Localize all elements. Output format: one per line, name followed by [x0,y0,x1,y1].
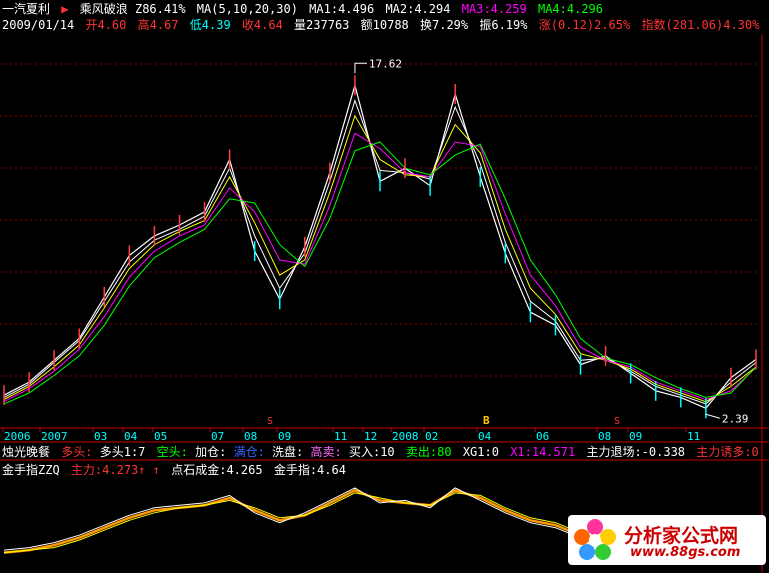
quote-date: 2009/01/14 [2,18,75,32]
duotou-value: 多头1:7 [99,445,146,459]
x-tick-label: 08 [598,430,611,443]
series-line-MA1 [3,99,757,405]
quote-close: 收4.64 [241,18,283,32]
ma1-value: MA1:4.496 [309,2,375,16]
high-annotation-label: 17.62 [369,57,402,70]
quote-turnover: 换7.29% [420,18,469,32]
x-tick-label: 04 [124,430,138,443]
header-row: 一汽夏利 ▶ 乘风破浪 Z86.41% MA(5,10,20,30) MA1:4… [2,1,607,17]
kongtou-label: 空头: [156,445,188,459]
x-tick-label: 03 [94,430,107,443]
zhuli-value: 主力:4.273 [71,463,146,477]
dianshi-value: 点石成金:4.265 [171,463,263,477]
quote-low: 低4.39 [189,18,231,32]
quote-amount: 额10788 [360,18,409,32]
quote-volume: 量237763 [294,18,350,32]
x-tick-label: 09 [278,430,291,443]
zhuli-arrow-icon: ↑ [152,463,160,477]
ma-definition: MA(5,10,20,30) [196,2,298,16]
indicator-value: Z86.41% [134,2,186,16]
buy-marker: B [483,414,490,427]
x-tick-label: 11 [334,430,347,443]
x-tick-label: 09 [629,430,642,443]
ma4-value: MA4:4.296 [537,2,603,16]
series-line-MA2 [3,114,757,403]
low-annotation-label: 2.39 [722,412,749,425]
zhuli-tuichang-value: 主力退场:-0.338 [586,445,686,459]
high-annotation-line [354,62,367,74]
ma3-value: MA3:4.259 [461,2,527,16]
indicator-row: 烛光晚餐 多头: 多头1:7 空头: 加仓: 满仓: 洗盘: 高卖: 买入:10… [2,444,763,460]
x-tick-label: 2008 [392,430,419,443]
gaomai-label: 高卖: [310,445,342,459]
x-tick-label: 12 [364,430,377,443]
jinshouzhi-value: 金手指:4.64 [273,463,346,477]
quote-high: 高4.67 [137,18,179,32]
mairu-value: 买入:10 [348,445,395,459]
ma2-value: MA2:4.294 [385,2,451,16]
watermark-text: 分析家公式网 [624,525,739,547]
x-tick-label: 2007 [41,430,68,443]
duotou-label: 多头: [61,445,93,459]
x-tick-label: 07 [211,430,224,443]
indicator-row-name[interactable]: 烛光晚餐 [2,445,50,459]
bottom-indicator-name[interactable]: 金手指ZZQ [2,463,60,477]
xg-value: XG1:0 [462,445,499,459]
maichu-value: 卖出:80 [405,445,452,459]
bottom-indicator-row: 金手指ZZQ 主力:4.273 ↑ 点石成金:4.265 金手指:4.64 [2,462,350,478]
x-tick-label: 02 [425,430,438,443]
series-line-收 [3,83,757,410]
quote-amplitude: 振6.19% [479,18,528,32]
quote-change: 涨(0.12)2.65% [538,18,631,32]
sell-marker: S [267,416,273,427]
quote-index: 指数(281.06)4.30% [641,18,760,32]
x-tick-label: 08 [244,430,257,443]
watermark-logo: 分析家公式网 www.88gs.com [568,515,766,565]
sell-marker: S [614,416,620,427]
jiacang-label: 加仓: [195,445,227,459]
x-tick-label: 2006 [4,430,31,443]
quote-open: 开4.60 [85,18,127,32]
x1-value: X1:14.571 [510,445,576,459]
stock-name[interactable]: 一汽夏利 [2,2,50,16]
zhuli-youduo-value: 主力诱多:0 [696,445,759,459]
quote-row: 2009/01/14 开4.60 高4.67 低4.39 收4.64 量2377… [2,17,763,33]
stock-chart-window: 17.62 2.39 2006 2007 03 04 05 07 08 09 11 12 2008 02 0… [0,0,769,573]
indicator-name: 乘风破浪 [79,2,128,16]
low-annotation-line [705,413,721,419]
mancang-label: 满仓: [233,445,265,459]
chart-canvas[interactable]: 17.62 2.39 2006 2007 03 04 05 07 08 09 11 12 2008 02 0… [0,0,769,573]
x-tick-label: 05 [154,430,167,443]
x-tick-label: 11 [687,430,700,443]
x-tick-label: 04 [478,430,492,443]
play-icon[interactable]: ▶ [61,2,68,16]
xipan-label: 洗盘: [272,445,304,459]
flower-logo-icon [574,519,616,560]
x-tick-label: 06 [536,430,549,443]
watermark-url: www.88gs.com [630,545,741,560]
